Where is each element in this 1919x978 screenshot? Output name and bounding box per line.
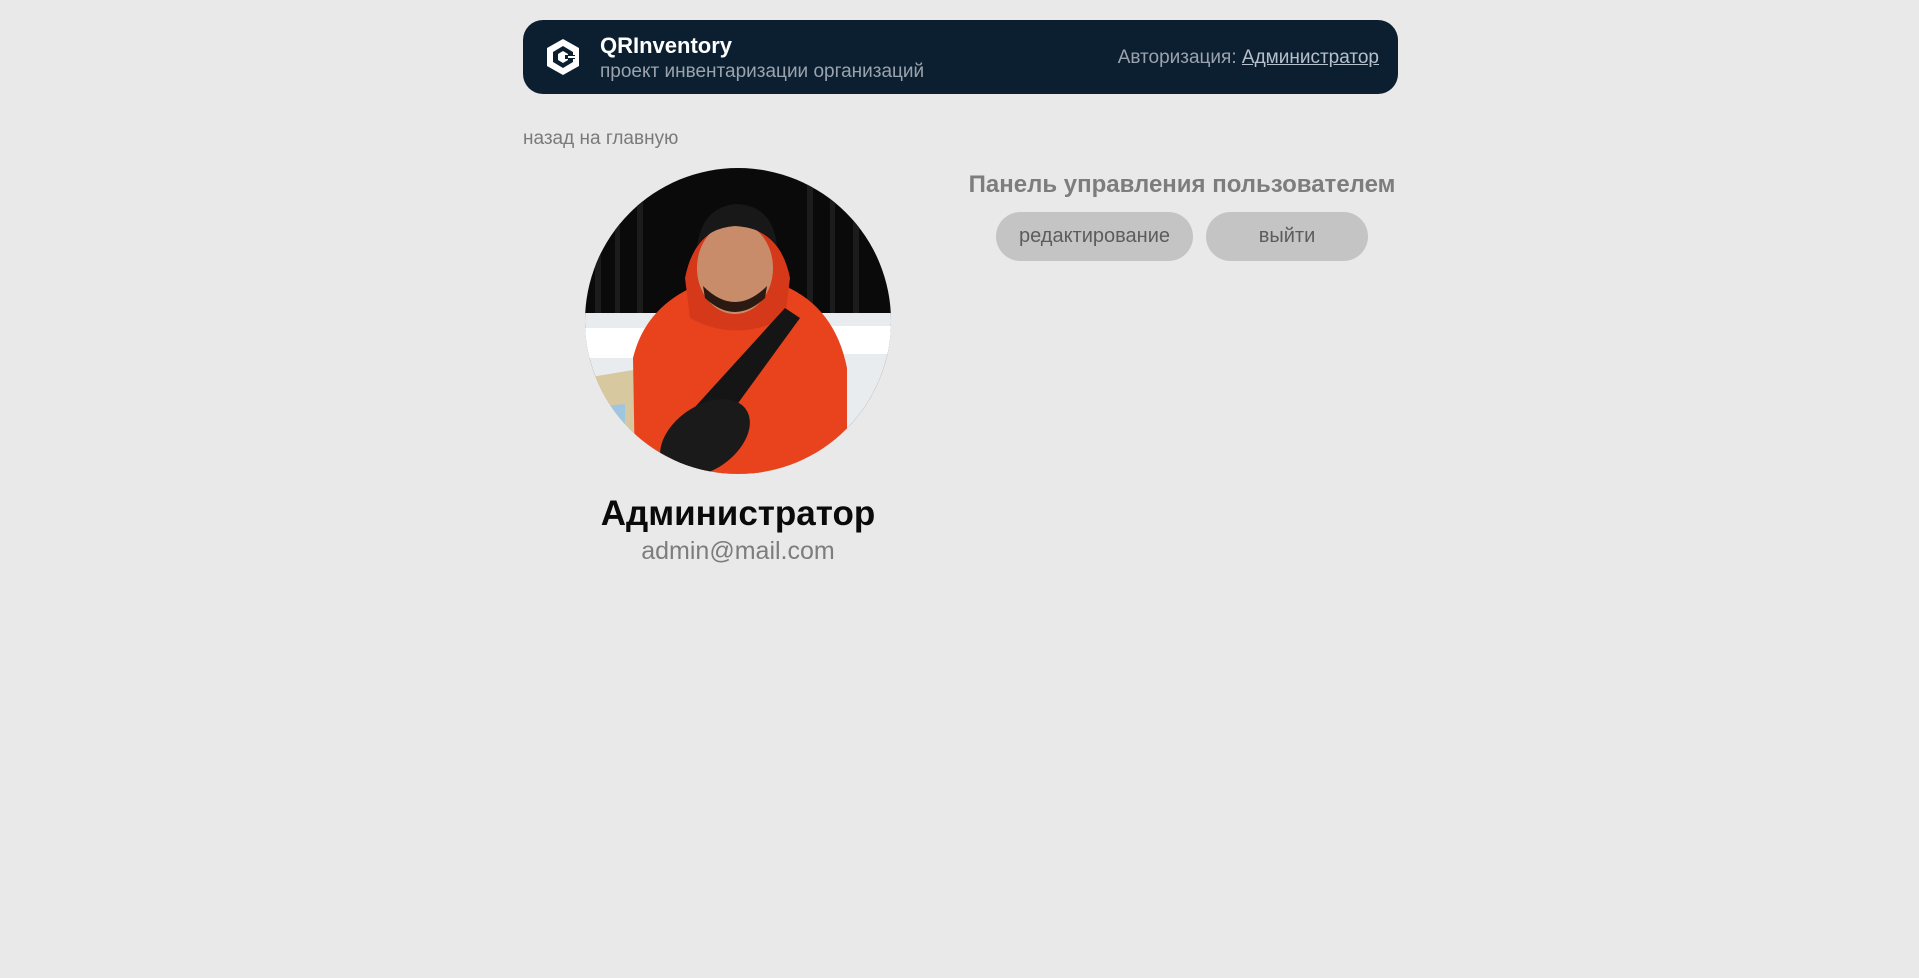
brand-subtitle: проект инвентаризации организаций <box>600 61 925 82</box>
user-name: Администратор <box>600 494 876 533</box>
back-to-home-link[interactable]: назад на главную <box>523 127 678 151</box>
auth-status: Авторизация: Администратор <box>1118 46 1379 70</box>
user-photo-avatar <box>585 168 891 474</box>
auth-label: Авторизация: <box>1117 47 1237 68</box>
logout-button[interactable]: выйти <box>1206 212 1368 261</box>
control-panel-title: Панель управления пользователем <box>968 171 1396 198</box>
auth-user-link[interactable]: Администратор <box>1242 47 1379 68</box>
qr-hexagon-logo-icon[interactable] <box>543 37 583 77</box>
app-header: QRInventory проект инвентаризации органи… <box>523 20 1398 94</box>
edit-profile-button[interactable]: редактирование <box>996 212 1193 261</box>
brand-title: QRInventory <box>600 33 733 58</box>
user-email: admin@mail.com <box>641 537 835 565</box>
